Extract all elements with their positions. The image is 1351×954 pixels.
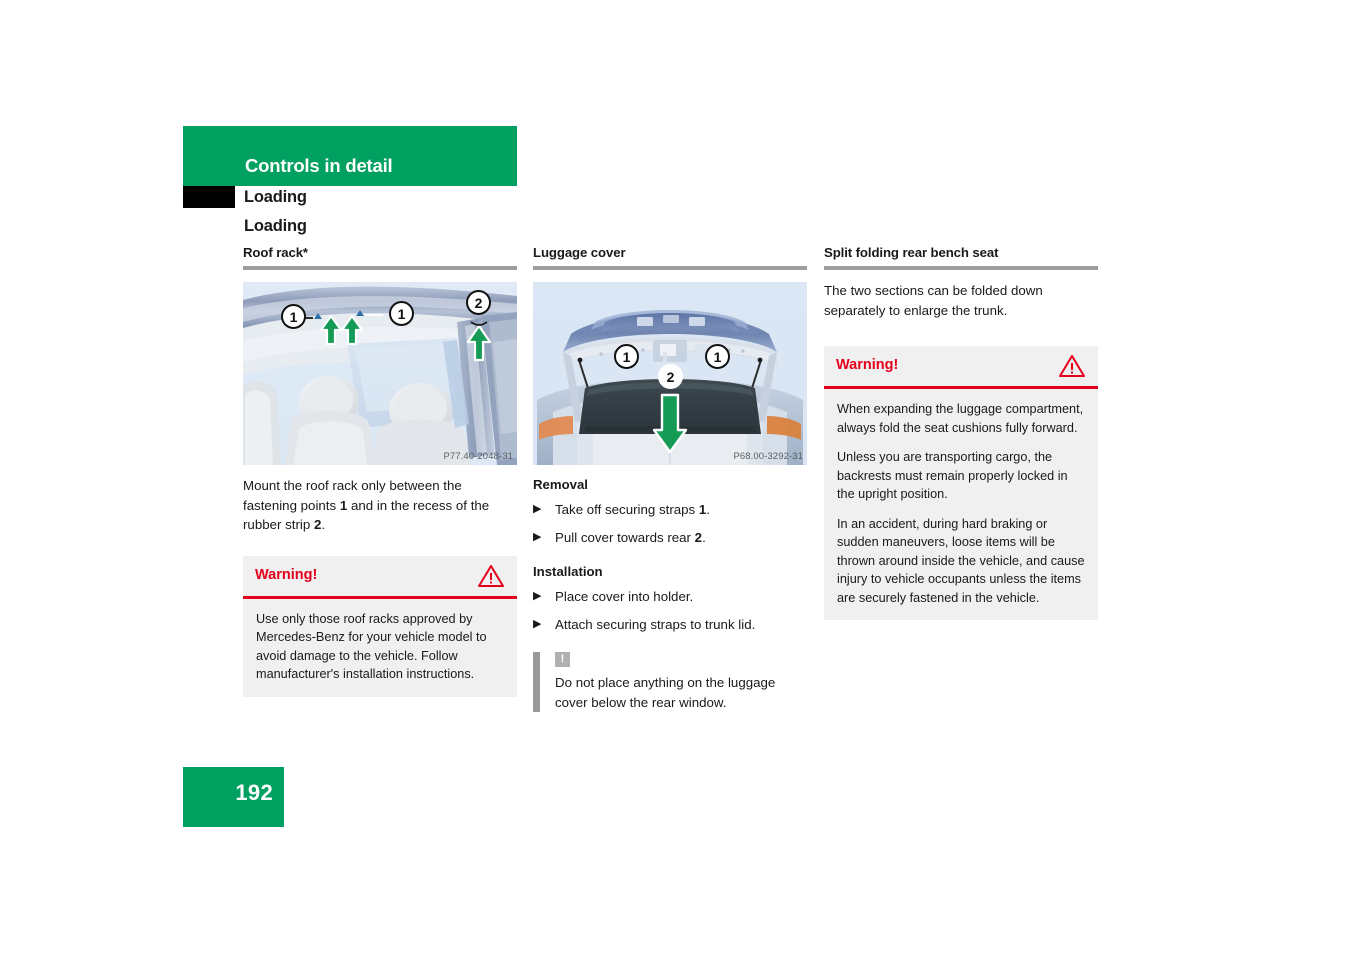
figure2-callout-2: 2 <box>658 364 683 389</box>
figure2-callout-1a: 1 <box>614 344 639 369</box>
installation-step-1: Place cover into holder. <box>555 589 694 604</box>
warning-header: Warning! <box>824 346 1098 389</box>
figure-callout-1a: 1 <box>281 304 306 329</box>
bullet-triangle-icon: ▶ <box>533 617 542 630</box>
list-item: ▶ Place cover into holder. <box>533 587 807 607</box>
page-number-box: 192 <box>183 767 284 827</box>
exclamation-icon: ! <box>555 652 570 667</box>
col1-heading: Roof rack* <box>243 245 308 260</box>
warning-triangle-icon <box>1059 354 1085 383</box>
list-item: ▶ Attach securing straps to trunk lid. <box>533 615 807 635</box>
chapter-header-bar: Controls in detail <box>183 126 517 186</box>
col2-rule <box>533 266 807 270</box>
warning-body: When expanding the luggage compartment, … <box>824 389 1098 620</box>
bullet-triangle-icon: ▶ <box>533 590 542 602</box>
figure-code-luggage-cover: P68.00-3292-31 <box>733 451 803 462</box>
removal-step-1: Take off securing straps 1. <box>555 502 710 517</box>
page-title: Loading <box>244 217 307 235</box>
warning-paragraph: In an accident, during hard braking or s… <box>837 516 1085 605</box>
removal-step-2: Pull cover towards rear 2. <box>555 529 706 545</box>
list-item: ▶ Pull cover towards rear 2. <box>533 528 807 548</box>
figure-callout-2: 2 <box>466 290 491 315</box>
note-text: Do not place anything on the luggage cov… <box>555 675 776 710</box>
figure-luggage-cover: 1 1 2 P68.00-3292-31 <box>533 282 807 465</box>
page-number: 192 <box>235 780 273 805</box>
note-box: ! Do not place anything on the luggage c… <box>533 652 807 712</box>
note-accent-bar <box>533 652 540 712</box>
installation-heading: Installation <box>533 564 603 579</box>
warning-header: Warning! <box>243 556 517 599</box>
warning-box-bench-seat: Warning! When expanding the luggage comp… <box>824 346 1098 620</box>
installation-step-2: Attach securing straps to trunk lid. <box>555 616 756 632</box>
bullet-triangle-icon: ▶ <box>533 503 542 515</box>
warning-box-roof-rack: Warning! Use only those roof racks appro… <box>243 555 517 697</box>
warning-paragraph: When expanding the luggage compartment, … <box>837 402 1084 435</box>
figure-code-roof-rack: P77.40-2048-31 <box>443 451 513 462</box>
col1-paragraph: Mount the roof rack only between the fas… <box>243 478 490 532</box>
warning-triangle-icon <box>478 564 504 593</box>
section-thumb-tab <box>183 186 235 208</box>
col2-heading: Luggage cover <box>533 245 626 260</box>
col1-rule <box>243 266 517 270</box>
warning-paragraph: Unless you are transporting cargo, the b… <box>837 450 1068 501</box>
warning-body: Use only those roof racks approved by Me… <box>243 599 517 697</box>
figure-callout-1b: 1 <box>389 301 414 326</box>
warning-title: Warning! <box>255 566 318 583</box>
col3-paragraph: The two sections can be folded down sepa… <box>824 283 1043 318</box>
warning-title: Warning! <box>836 357 899 373</box>
removal-heading: Removal <box>533 477 588 492</box>
figure2-callout-1b: 1 <box>705 344 730 369</box>
chapter-title: Controls in detail <box>245 155 393 176</box>
column-rear-bench-seat: Split folding rear bench seat The two se… <box>824 245 1098 620</box>
col3-heading: Split folding rear bench seat <box>824 245 999 260</box>
column-roof-rack: Roof rack* 1 1 2 P77.40-2048-31 Mount th… <box>243 245 517 697</box>
bullet-triangle-icon: ▶ <box>533 530 542 543</box>
running-head: Loading <box>244 188 307 206</box>
column-luggage-cover: Luggage cover 1 1 2 P68.00-3292-31 Remov… <box>533 245 807 712</box>
list-item: ▶ Take off securing straps 1. <box>533 500 807 520</box>
warning-paragraph: Use only those roof racks approved by Me… <box>256 611 487 682</box>
figure-roof-rack: 1 1 2 P77.40-2048-31 <box>243 282 517 465</box>
col3-rule <box>824 266 1098 270</box>
